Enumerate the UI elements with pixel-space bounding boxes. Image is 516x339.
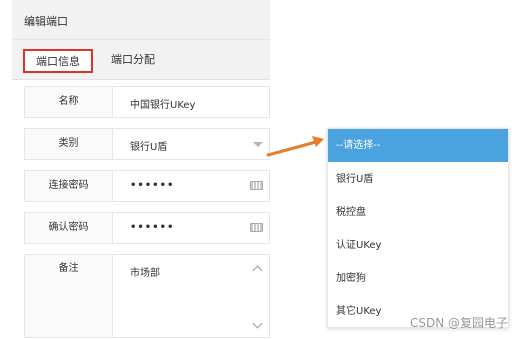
panel-title: 编辑端口 bbox=[24, 15, 68, 28]
type-dropdown-menu: --请选择-- 银行U盾 税控盘 认证UKey 加密狗 其它UKey bbox=[327, 128, 509, 328]
type-row: 类别 银行U盾 bbox=[24, 128, 270, 160]
connect-password-row: 连接密码 •••••• bbox=[24, 170, 270, 202]
dropdown-option[interactable]: 税控盘 bbox=[328, 196, 508, 229]
keyboard-icon[interactable] bbox=[250, 181, 263, 190]
connect-password-label: 连接密码 bbox=[25, 171, 113, 201]
edit-port-panel: 编辑端口 端口信息 端口分配 名称 中国银行UKey 类别 银行U盾 连接密码 … bbox=[12, 0, 270, 339]
dropdown-option[interactable]: 认证UKey bbox=[328, 229, 508, 262]
tab-port-info[interactable]: 端口信息 bbox=[23, 49, 93, 73]
type-select[interactable]: 银行U盾 bbox=[130, 138, 167, 153]
tab-bar: 端口信息 端口分配 bbox=[12, 40, 270, 80]
remark-label: 备注 bbox=[25, 255, 113, 337]
watermark: CSDN @复园电子 bbox=[409, 316, 508, 330]
scroll-down-icon[interactable] bbox=[252, 318, 263, 329]
confirm-password-input[interactable]: •••••• bbox=[130, 222, 174, 233]
name-input[interactable]: 中国银行UKey bbox=[130, 96, 195, 111]
keyboard-icon[interactable] bbox=[250, 223, 263, 232]
type-label: 类别 bbox=[25, 129, 113, 159]
name-row: 名称 中国银行UKey bbox=[24, 86, 270, 118]
annotation-arrow-icon bbox=[266, 136, 324, 157]
remark-textarea[interactable]: 市场部 bbox=[130, 264, 160, 279]
scroll-up-icon[interactable] bbox=[252, 265, 263, 276]
dropdown-option[interactable]: 银行U盾 bbox=[328, 163, 508, 196]
name-label: 名称 bbox=[25, 87, 113, 117]
remark-row: 备注 市场部 bbox=[24, 254, 270, 338]
confirm-password-row: 确认密码 •••••• bbox=[24, 212, 270, 244]
tab-port-assignment[interactable]: 端口分配 bbox=[103, 49, 163, 73]
panel-header: 编辑端口 bbox=[12, 0, 270, 40]
dropdown-option[interactable]: 加密狗 bbox=[328, 262, 508, 295]
dropdown-option[interactable]: --请选择-- bbox=[328, 129, 508, 162]
chevron-down-icon[interactable] bbox=[253, 142, 263, 147]
confirm-password-label: 确认密码 bbox=[25, 213, 113, 243]
connect-password-input[interactable]: •••••• bbox=[130, 180, 174, 191]
